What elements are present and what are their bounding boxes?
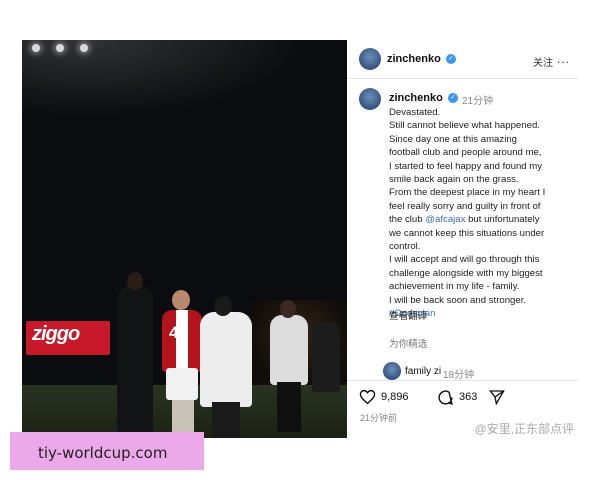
watermark: @安里,正东部点评: [474, 422, 574, 436]
caption-line: From the deepest place in my heart I: [389, 187, 546, 199]
staff-head: [280, 300, 296, 318]
jersey-number: 47: [169, 323, 188, 342]
caption-line: achievement in my life - family.: [389, 281, 520, 293]
heart-icon[interactable]: [359, 389, 376, 405]
caption-line: I will be back soon and stronger.: [389, 294, 527, 306]
player-head: [172, 290, 190, 310]
caption-line: smile back again on the grass.: [389, 174, 519, 186]
site-banner[interactable]: tiy-worldcup.com: [10, 432, 204, 470]
floodlight: [80, 44, 88, 52]
caption-username[interactable]: zinchenko: [389, 92, 443, 104]
staff-legs: [277, 382, 301, 432]
caption-line: control.: [389, 241, 421, 253]
comment-icon[interactable]: [437, 389, 454, 406]
replies-label[interactable]: 为你精选: [389, 336, 427, 350]
caption-text: Devastated. Still cannot believe what ha…: [389, 106, 578, 321]
verified-icon: ✓: [446, 54, 456, 64]
post-photo[interactable]: ziggo 47: [22, 40, 347, 438]
caption-line: but unfortunately: [465, 214, 540, 226]
follow-button[interactable]: 关注: [533, 54, 553, 69]
staff-legs: [212, 402, 240, 438]
action-bar: 9,896 363 21分钟前 @安里,正东部点评: [347, 380, 578, 438]
caption-line: Still cannot believe what happened.: [389, 120, 540, 132]
caption-line: Since day one at this amazing: [389, 133, 517, 145]
like-count: 9,896: [381, 391, 409, 403]
see-translation-link[interactable]: 查看翻译: [389, 308, 427, 322]
staff-figure-pointing: [270, 315, 308, 385]
floodlight: [56, 44, 64, 52]
banner-text: tiy-worldcup.com: [38, 444, 168, 462]
caption-line-mention: the club @afcajax but unfortunately: [389, 213, 578, 226]
verified-icon: ✓: [448, 93, 458, 103]
floodlight: [32, 44, 40, 52]
caption-line: challenge alongside with my biggest: [389, 267, 543, 279]
stadium-lights-glow: [22, 40, 347, 130]
staff-figure: [200, 312, 252, 407]
comment-time: 18分钟: [443, 370, 475, 381]
post-panel: zinchenko ✓ 关注 ... zinchenko ✓ 21分钟 Deva…: [347, 40, 578, 438]
comment-count: 363: [459, 391, 478, 403]
caption-line: football club and people around me,: [389, 147, 542, 159]
staff-head: [214, 296, 232, 316]
caption-line: I will accept and will go through this: [389, 254, 540, 266]
caption-line: I started to feel happy and found my: [389, 160, 543, 172]
post-header: zinchenko ✓ 关注 ...: [347, 40, 578, 79]
more-options-icon[interactable]: ...: [557, 52, 570, 66]
header-username[interactable]: zinchenko: [387, 53, 441, 65]
coach-figure: [117, 285, 153, 435]
post-frame: ziggo 47 zinchenko ✓ 关注 ... zinchenko ✓ …: [22, 40, 578, 438]
caption-time: 21分钟: [462, 96, 494, 107]
avatar[interactable]: [359, 48, 381, 70]
coach-head: [127, 272, 143, 290]
caption-avatar[interactable]: [359, 88, 381, 110]
mention-link[interactable]: @afcajax: [425, 214, 465, 225]
posted-time: 21分钟前: [360, 413, 398, 423]
player-shorts: [166, 368, 198, 400]
share-icon[interactable]: [489, 389, 505, 405]
caption-line: Devastated.: [389, 107, 441, 118]
caption-line: the club: [389, 214, 426, 226]
comment-avatar[interactable]: [383, 362, 401, 380]
bench-person: [312, 322, 340, 392]
ad-board-text: ziggo: [32, 323, 80, 345]
caption-line: we cannot keep this situations under: [389, 227, 545, 239]
comment-username[interactable]: family zi: [405, 366, 441, 377]
caption-line: feel really sorry and guilty in front of: [389, 200, 541, 212]
